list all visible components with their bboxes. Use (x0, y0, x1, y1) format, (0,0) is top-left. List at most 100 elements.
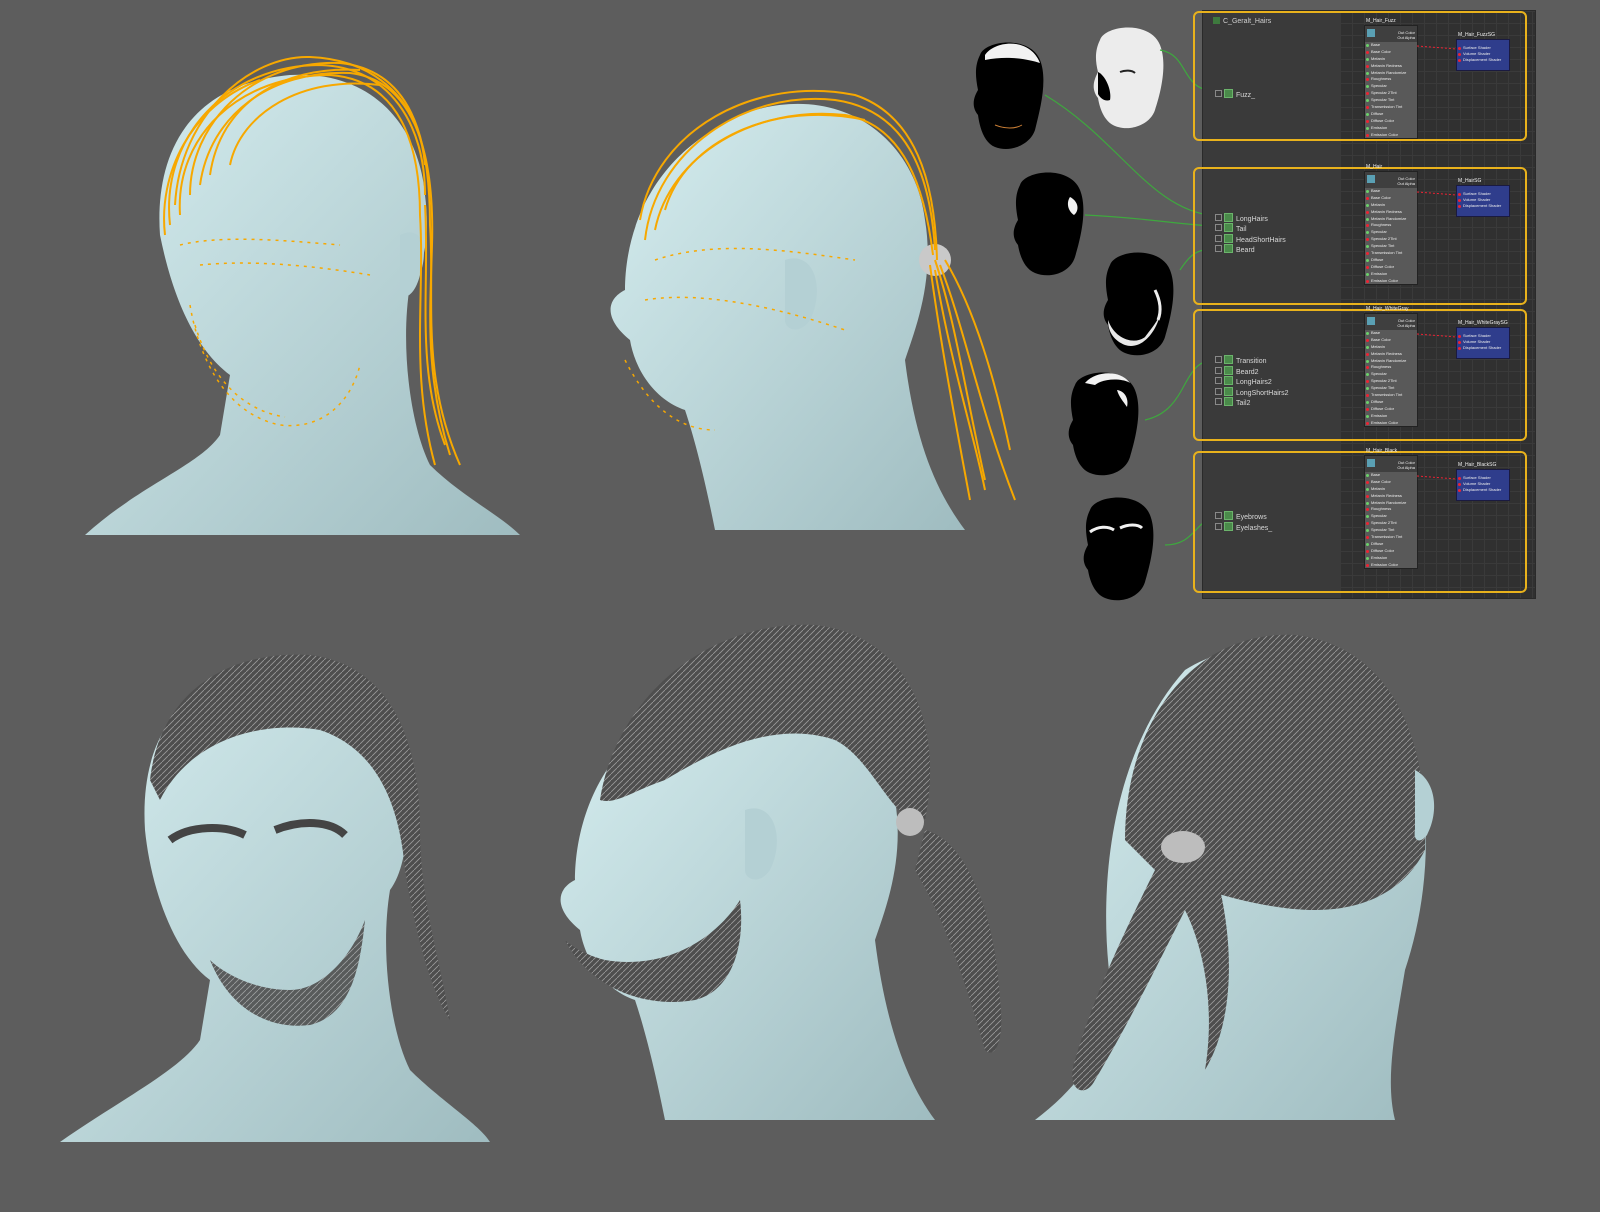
outliner-item-fuzz[interactable]: Fuzz_ (1215, 89, 1255, 99)
material-input-port[interactable]: Base Color (1365, 337, 1417, 344)
material-input-port[interactable]: Melanin (1365, 344, 1417, 351)
material-input-port[interactable]: Melanin Redness (1365, 63, 1417, 70)
out-alpha-port[interactable]: Out Alpha (1397, 181, 1415, 186)
material-node-2[interactable]: M_Hair_WhiteGray Out Color Out Alpha Base Ba… (1364, 306, 1418, 428)
material-node-title: M_Hair_Fuzz (1366, 18, 1396, 24)
material-input-port[interactable]: Specular Tint (1365, 527, 1417, 534)
node-connection (1417, 333, 1457, 338)
aistandardhair-icon (1367, 175, 1375, 183)
material-input-port[interactable]: Specular (1365, 513, 1417, 520)
outliner-item-tail2[interactable]: Tail2 (1215, 397, 1250, 407)
outliner-item-tail[interactable]: Tail (1215, 223, 1247, 233)
node-header: M_Hair_WhiteGray Out Color Out Alpha (1365, 306, 1417, 330)
outliner-item-eyelashes[interactable]: Eyelashes_ (1215, 522, 1272, 532)
material-input-port[interactable]: Emission Color (1365, 278, 1417, 285)
outliner-item-longshorthairs2[interactable]: LongShortHairs2 (1215, 387, 1289, 397)
material-input-port[interactable]: Specular (1365, 229, 1417, 236)
material-input-port[interactable]: Base Color (1365, 195, 1417, 202)
material-input-port[interactable]: Emission (1365, 271, 1417, 278)
material-input-port[interactable]: Emission Color (1365, 132, 1417, 139)
material-node-0[interactable]: M_Hair_Fuzz Out Color Out Alpha Base Base Co… (1364, 18, 1418, 140)
material-input-port[interactable]: Diffuse (1365, 111, 1417, 118)
outliner-item-longhairs[interactable]: LongHairs (1215, 213, 1268, 223)
shading-group-port[interactable]: Displacement Shader (1457, 57, 1509, 63)
material-input-port[interactable]: Melanin (1365, 202, 1417, 209)
material-input-port[interactable]: Specular Tint (1365, 385, 1417, 392)
material-input-port[interactable]: Specular Tint (1365, 97, 1417, 104)
shading-group-node-0[interactable]: M_Hair_FuzzSG Surface Shader Volume Shader… (1456, 32, 1510, 71)
aistandardhair-icon (1367, 317, 1375, 325)
material-input-port[interactable]: Specular 2Tint (1365, 378, 1417, 385)
material-input-port[interactable]: Melanin Randomize (1365, 70, 1417, 77)
material-input-port[interactable]: Diffuse (1365, 541, 1417, 548)
material-input-port[interactable]: Base (1365, 42, 1417, 49)
material-input-port[interactable]: Diffuse Color (1365, 118, 1417, 125)
material-input-port[interactable]: Melanin Redness (1365, 351, 1417, 358)
outliner-item-eyebrows[interactable]: Eyebrows (1215, 511, 1267, 521)
material-input-port[interactable]: Base (1365, 472, 1417, 479)
hair-system-icon (1224, 511, 1233, 520)
group-box-fuzz (1193, 11, 1527, 141)
material-input-port[interactable]: Emission Color (1365, 420, 1417, 427)
material-input-port[interactable]: Base (1365, 330, 1417, 337)
hair-system-icon (1224, 355, 1233, 364)
hair-system-icon (1224, 397, 1233, 406)
shading-group-node-2[interactable]: M_Hair_WhiteGraySG Surface Shader Volume S… (1456, 320, 1510, 359)
material-input-port[interactable]: Roughness (1365, 222, 1417, 229)
material-node-3[interactable]: M_Hair_Black Out Color Out Alpha Base Base C… (1364, 448, 1418, 570)
material-input-port[interactable]: Emission (1365, 413, 1417, 420)
shading-group-port[interactable]: Displacement Shader (1457, 203, 1509, 209)
material-input-port[interactable]: Diffuse Color (1365, 406, 1417, 413)
shading-group-node-1[interactable]: M_HairSG Surface Shader Volume Shader Displ… (1456, 178, 1510, 217)
out-alpha-port[interactable]: Out Alpha (1397, 465, 1415, 470)
material-node-1[interactable]: M_Hair Out Color Out Alpha Base Base Color Me… (1364, 164, 1418, 286)
material-input-port[interactable]: Transmission Tint (1365, 534, 1417, 541)
material-input-port[interactable]: Melanin Redness (1365, 493, 1417, 500)
material-input-port[interactable]: Emission (1365, 555, 1417, 562)
material-input-port[interactable]: Base Color (1365, 49, 1417, 56)
material-input-port[interactable]: Specular 2Tint (1365, 236, 1417, 243)
material-input-port[interactable]: Base Color (1365, 479, 1417, 486)
node-header: M_Hair_Fuzz Out Color Out Alpha (1365, 18, 1417, 42)
aistandardhair-icon (1367, 29, 1375, 37)
material-input-port[interactable]: Base (1365, 188, 1417, 195)
material-input-port[interactable]: Melanin Randomize (1365, 500, 1417, 507)
outliner-item-beard2[interactable]: Beard2 (1215, 366, 1259, 376)
material-input-port[interactable]: Emission Color (1365, 562, 1417, 569)
material-input-port[interactable]: Melanin Randomize (1365, 216, 1417, 223)
material-input-port[interactable]: Specular (1365, 371, 1417, 378)
outliner-item-transition[interactable]: Transition (1215, 355, 1266, 365)
material-input-port[interactable]: Emission (1365, 125, 1417, 132)
hair-system-icon (1224, 223, 1233, 232)
material-input-port[interactable]: Diffuse Color (1365, 264, 1417, 271)
shading-group-port[interactable]: Displacement Shader (1457, 487, 1509, 493)
out-alpha-port[interactable]: Out Alpha (1397, 323, 1415, 328)
material-input-port[interactable]: Melanin (1365, 486, 1417, 493)
hair-system-icon (1224, 234, 1233, 243)
material-input-port[interactable]: Transmission Tint (1365, 104, 1417, 111)
shading-group-port[interactable]: Displacement Shader (1457, 345, 1509, 351)
material-input-port[interactable]: Roughness (1365, 364, 1417, 371)
material-input-port[interactable]: Specular Tint (1365, 243, 1417, 250)
outliner-item-headshorthairs[interactable]: HeadShortHairs (1215, 234, 1286, 244)
material-input-port[interactable]: Roughness (1365, 506, 1417, 513)
material-input-port[interactable]: Melanin Randomize (1365, 358, 1417, 365)
material-input-port[interactable]: Diffuse (1365, 399, 1417, 406)
shading-group-title: M_Hair_WhiteGraySG (1458, 320, 1508, 326)
material-input-port[interactable]: Transmission Tint (1365, 250, 1417, 257)
material-input-port[interactable]: Specular 2Tint (1365, 520, 1417, 527)
shading-group-title: M_Hair_BlackSG (1458, 462, 1497, 468)
material-input-port[interactable]: Specular (1365, 83, 1417, 90)
material-input-port[interactable]: Diffuse (1365, 257, 1417, 264)
outliner-item-beard[interactable]: Beard (1215, 244, 1255, 254)
material-input-port[interactable]: Melanin (1365, 56, 1417, 63)
out-alpha-port[interactable]: Out Alpha (1397, 35, 1415, 40)
shading-group-title: M_Hair_FuzzSG (1458, 32, 1495, 38)
material-input-port[interactable]: Transmission Tint (1365, 392, 1417, 399)
material-input-port[interactable]: Specular 2Tint (1365, 90, 1417, 97)
material-input-port[interactable]: Diffuse Color (1365, 548, 1417, 555)
outliner-item-longhairs2[interactable]: LongHairs2 (1215, 376, 1272, 386)
shading-group-node-3[interactable]: M_Hair_BlackSG Surface Shader Volume Shade… (1456, 462, 1510, 501)
material-input-port[interactable]: Melanin Redness (1365, 209, 1417, 216)
material-input-port[interactable]: Roughness (1365, 76, 1417, 83)
